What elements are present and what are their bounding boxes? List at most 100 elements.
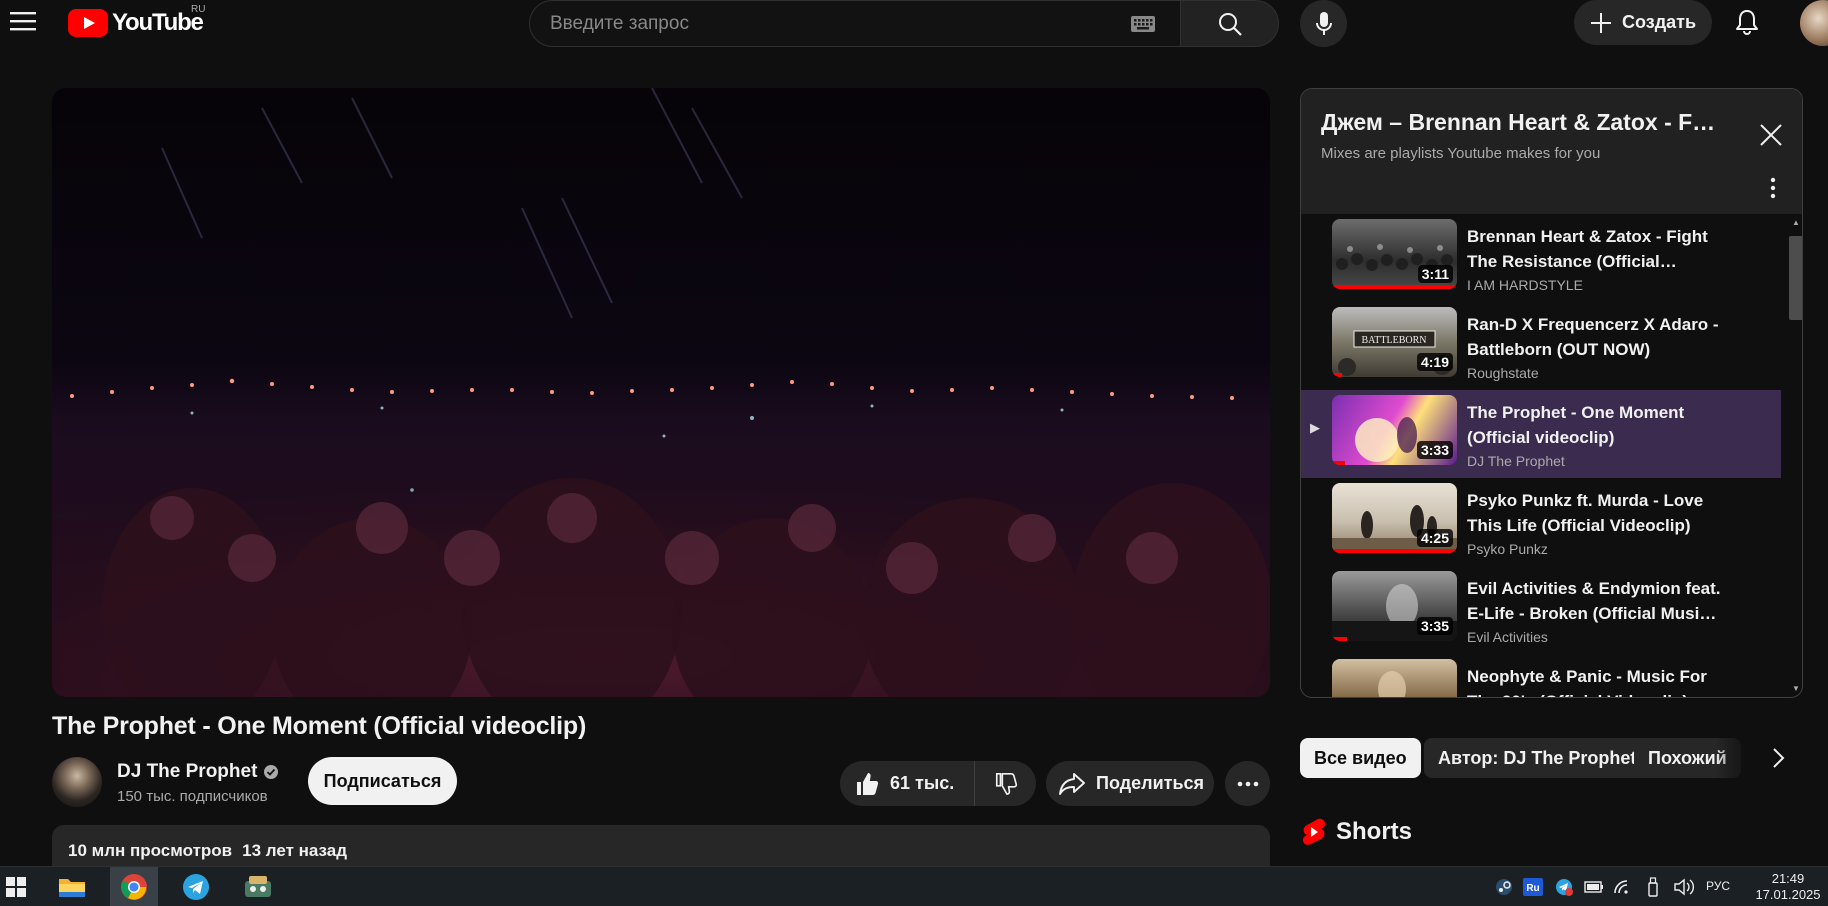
like-dislike-group: 61 тыс. [840,761,1036,806]
playlist-item[interactable]: 4:25 Psyko Punkz ft. Murda - Love This L… [1301,478,1781,566]
folder-icon [59,879,85,897]
clock-time: 21:49 [1771,871,1805,886]
video-thumbnail[interactable] [1332,659,1457,697]
chevron-right-icon [1773,748,1785,768]
create-label: Создать [1622,12,1697,32]
chips-next-button[interactable] [1758,738,1798,778]
playlist-menu-button[interactable] [1761,173,1785,203]
watch-progress [1332,461,1345,465]
ru-badge-icon: Ru [1523,878,1543,896]
masthead: YouTube RU Создать [0,0,1828,47]
notifications-button[interactable] [1727,2,1767,42]
scroll-up-arrow-icon[interactable]: ▲ [1791,218,1801,227]
chip-all[interactable]: Все видео [1300,738,1421,778]
telegram-icon [183,874,209,900]
shorts-label: Shorts [1336,818,1413,845]
bell-icon [1736,10,1758,35]
scrollbar-thumb[interactable] [1789,236,1802,320]
scroll-down-arrow-icon[interactable]: ▼ [1791,684,1801,693]
youtube-logo[interactable]: YouTube [68,8,204,38]
tray-usb[interactable] [1642,867,1664,906]
playlist-item-channel: Psyko Punkz [1467,541,1548,557]
thumbnail-logo-text: BATTLEBORN [1362,335,1427,346]
app-game-icon [245,876,271,897]
chip-author[interactable]: Автор: DJ The Prophet [1424,738,1651,778]
thumbs-down-icon [995,772,1017,795]
thumbs-up-icon [857,772,879,795]
voice-search-button[interactable] [1300,0,1347,47]
dislike-button[interactable] [975,761,1036,806]
tray-telegram[interactable] [1553,867,1575,906]
tray-volume[interactable] [1672,867,1696,906]
duration-badge: 4:19 [1416,353,1453,371]
usb-drive-icon [1648,877,1658,897]
create-button[interactable]: Создать [1574,0,1712,45]
taskbar-chrome[interactable] [110,867,158,906]
tray-battery[interactable] [1583,867,1605,906]
tray-ru-app[interactable]: Ru [1522,867,1544,906]
playlist-scrollbar[interactable]: ▲ ▼ [1787,214,1802,697]
steam-icon [1496,879,1512,895]
duration-badge: 3:11 [1417,265,1453,283]
more-actions-button[interactable] [1225,761,1270,806]
playlist-item[interactable]: 3:35 Evil Activities & Endymion feat. E-… [1301,566,1781,654]
country-code: RU [191,4,206,15]
video-thumbnail[interactable]: 3:11 [1332,219,1457,289]
description-meta: 10 млн просмотров 13 лет назад [68,841,1254,861]
share-button[interactable]: Поделиться [1046,761,1214,806]
video-title: The Prophet - One Moment (Official video… [52,712,587,740]
virtual-keyboard-button[interactable] [1128,14,1158,34]
playlist-item[interactable]: Neophyte & Panic - Music For The 90's (O… [1301,654,1781,697]
clock-date: 17.01.2025 [1755,887,1821,902]
start-button[interactable] [0,867,40,906]
chrome-icon [121,874,147,900]
video-thumbnail[interactable]: BATTLEBORN 4:19 [1332,307,1457,377]
tray-wifi[interactable] [1612,867,1634,906]
playlist-item-title: Brennan Heart & Zatox - Fight The Resist… [1467,227,1708,271]
playlist-title[interactable]: Джем – Brennan Heart & Zatox - Fight The… [1321,109,1721,136]
search-box [529,0,1180,47]
tray-steam[interactable] [1493,867,1515,906]
subscribe-button[interactable]: Подписаться [308,757,457,805]
channel-name: DJ The Prophet [117,761,258,782]
video-thumbnail[interactable]: 3:33 [1332,395,1457,465]
channel-name-link[interactable]: DJ The Prophet [117,761,279,783]
playlist-item-title: The Prophet - One Moment (Official video… [1467,403,1685,447]
video-thumbnail[interactable]: 4:25 [1332,483,1457,553]
playlist-item-current[interactable]: ▶ 3:33 The Prophet - One Moment (Officia… [1301,390,1781,478]
share-label: Поделиться [1096,773,1205,793]
search-button[interactable] [1180,0,1279,47]
now-playing-marker-icon: ▶ [1310,420,1320,435]
playlist-subtitle: Mixes are playlists Youtube makes for yo… [1321,145,1601,162]
channel-avatar[interactable] [52,757,102,807]
input-language[interactable]: РУС [1706,879,1730,893]
playlist-item[interactable]: BATTLEBORN 4:19 Ran-D X Frequencerz X Ad… [1301,302,1781,390]
taskbar-clock[interactable]: 21:49 17.01.2025 [1748,871,1828,903]
video-thumbnail[interactable]: 3:35 [1332,571,1457,641]
more-horizontal-icon [1237,781,1258,786]
like-button[interactable]: 61 тыс. [840,761,975,806]
taskbar-app[interactable] [234,867,282,906]
guide-menu-button[interactable] [8,6,38,36]
plus-icon [1591,12,1611,33]
playlist-panel: Джем – Brennan Heart & Zatox - Fight The… [1300,88,1803,698]
watch-progress [1332,285,1457,289]
duration-badge: 4:25 [1416,529,1453,547]
taskbar-telegram[interactable] [172,867,220,906]
subscriber-count: 150 тыс. подписчиков [117,788,268,805]
playlist-item-channel: DJ The Prophet [1467,453,1565,469]
playlist-item[interactable]: 3:11 Brennan Heart & Zatox - Fight The R… [1301,214,1781,302]
video-player[interactable] [52,88,1270,697]
search-input[interactable] [530,1,1128,46]
playlist-item-title: Neophyte & Panic - Music For The 90's (O… [1467,667,1707,697]
video-frame [52,88,1270,697]
playlist-items: 3:11 Brennan Heart & Zatox - Fight The R… [1301,214,1802,697]
account-avatar[interactable] [1800,0,1828,46]
microphone-icon [1315,11,1332,35]
search-icon [1218,12,1242,36]
playlist-item-title: Ran-D X Frequencerz X Adaro - Battleborn… [1467,315,1719,359]
taskbar-file-explorer[interactable] [48,867,96,906]
close-playlist-button[interactable] [1753,117,1789,153]
windows-taskbar: Ru РУС 21:49 17.01.2025 [0,866,1828,906]
playlist-item-channel: Evil Activities [1467,629,1548,645]
